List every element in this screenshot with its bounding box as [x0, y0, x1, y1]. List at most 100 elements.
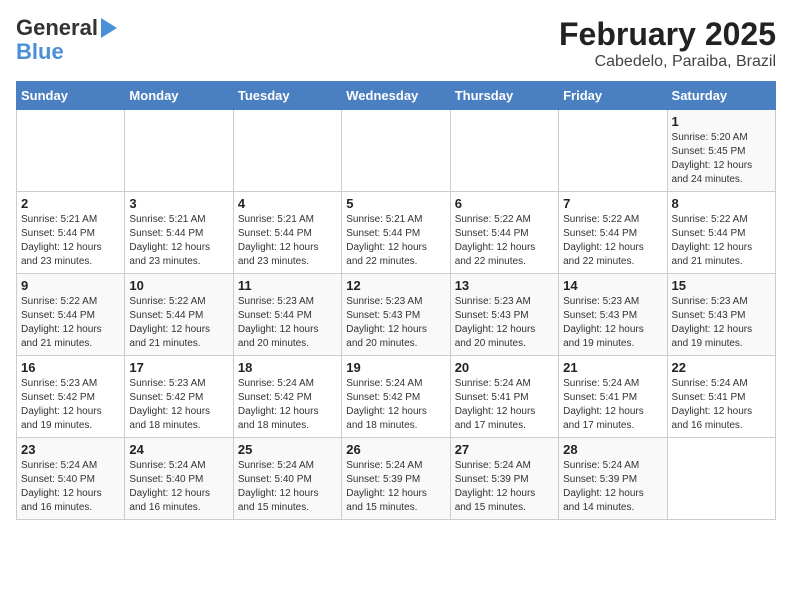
calendar-cell: 28 Sunrise: 5:24 AM Sunset: 5:39 PM Dayli… — [559, 438, 667, 520]
calendar-cell: 4 Sunrise: 5:21 AM Sunset: 5:44 PM Daylig… — [233, 192, 341, 274]
calendar-cell: 26 Sunrise: 5:24 AM Sunset: 5:39 PM Dayli… — [342, 438, 450, 520]
calendar-day-header-saturday: Saturday — [667, 82, 775, 110]
calendar-cell: 19 Sunrise: 5:24 AM Sunset: 5:42 PM Dayli… — [342, 356, 450, 438]
day-info: Sunrise: 5:22 AM Sunset: 5:44 PM Dayligh… — [21, 295, 120, 351]
day-number: 7 — [563, 196, 662, 211]
calendar-cell — [125, 110, 233, 192]
page-subtitle: Cabedelo, Paraiba, Brazil — [559, 53, 776, 71]
day-number: 25 — [238, 442, 337, 457]
calendar-week-row: 1Sunrise: 5:20 AM Sunset: 5:45 PM Daylig… — [17, 110, 776, 192]
logo-arrow — [101, 18, 117, 38]
day-number: 28 — [563, 442, 662, 457]
calendar-table: SundayMondayTuesdayWednesdayThursdayFrid… — [16, 81, 776, 520]
day-info: Sunrise: 5:24 AM Sunset: 5:39 PM Dayligh… — [455, 459, 554, 515]
calendar-cell: 3 Sunrise: 5:21 AM Sunset: 5:44 PM Daylig… — [125, 192, 233, 274]
day-info: Sunrise: 5:24 AM Sunset: 5:42 PM Dayligh… — [346, 377, 445, 433]
day-info: Sunrise: 5:24 AM Sunset: 5:40 PM Dayligh… — [238, 459, 337, 515]
day-info: Sunrise: 5:22 AM Sunset: 5:44 PM Dayligh… — [129, 295, 228, 351]
logo: General Blue — [16, 16, 117, 64]
calendar-cell: 10 Sunrise: 5:22 AM Sunset: 5:44 PM Dayli… — [125, 274, 233, 356]
calendar-day-header-tuesday: Tuesday — [233, 82, 341, 110]
day-number: 20 — [455, 360, 554, 375]
day-info: Sunrise: 5:23 AM Sunset: 5:42 PM Dayligh… — [21, 377, 120, 433]
calendar-cell — [559, 110, 667, 192]
calendar-cell — [17, 110, 125, 192]
page-title: February 2025 — [559, 16, 776, 53]
day-number: 23 — [21, 442, 120, 457]
day-number: 21 — [563, 360, 662, 375]
day-info: Sunrise: 5:24 AM Sunset: 5:40 PM Dayligh… — [129, 459, 228, 515]
day-info: Sunrise: 5:23 AM Sunset: 5:43 PM Dayligh… — [455, 295, 554, 351]
day-number: 26 — [346, 442, 445, 457]
day-number: 12 — [346, 278, 445, 293]
day-info: Sunrise: 5:24 AM Sunset: 5:40 PM Dayligh… — [21, 459, 120, 515]
calendar-cell: 13 Sunrise: 5:23 AM Sunset: 5:43 PM Dayli… — [450, 274, 558, 356]
calendar-cell: 15 Sunrise: 5:23 AM Sunset: 5:43 PM Dayli… — [667, 274, 775, 356]
day-number: 3 — [129, 196, 228, 211]
calendar-cell: 24 Sunrise: 5:24 AM Sunset: 5:40 PM Dayli… — [125, 438, 233, 520]
day-info: Sunrise: 5:22 AM Sunset: 5:44 PM Dayligh… — [672, 213, 771, 269]
calendar-cell: 21Sunrise: 5:24 AM Sunset: 5:41 PM Dayli… — [559, 356, 667, 438]
logo-text-general: General — [16, 16, 98, 40]
calendar-cell: 1Sunrise: 5:20 AM Sunset: 5:45 PM Daylig… — [667, 110, 775, 192]
calendar-cell: 27 Sunrise: 5:24 AM Sunset: 5:39 PM Dayli… — [450, 438, 558, 520]
day-number: 11 — [238, 278, 337, 293]
title-block: February 2025 Cabedelo, Paraiba, Brazil — [559, 16, 776, 71]
day-number: 24 — [129, 442, 228, 457]
day-number: 14 — [563, 278, 662, 293]
day-info: Sunrise: 5:24 AM Sunset: 5:41 PM Dayligh… — [672, 377, 771, 433]
day-info: Sunrise: 5:24 AM Sunset: 5:39 PM Dayligh… — [563, 459, 662, 515]
day-number: 15 — [672, 278, 771, 293]
calendar-cell: 22 Sunrise: 5:24 AM Sunset: 5:41 PM Dayli… — [667, 356, 775, 438]
day-number: 9 — [21, 278, 120, 293]
day-info: Sunrise: 5:20 AM Sunset: 5:45 PM Dayligh… — [672, 131, 771, 187]
calendar-day-header-monday: Monday — [125, 82, 233, 110]
calendar-cell: 5 Sunrise: 5:21 AM Sunset: 5:44 PM Daylig… — [342, 192, 450, 274]
day-number: 8 — [672, 196, 771, 211]
day-info: Sunrise: 5:23 AM Sunset: 5:44 PM Dayligh… — [238, 295, 337, 351]
calendar-cell: 17Sunrise: 5:23 AM Sunset: 5:42 PM Dayli… — [125, 356, 233, 438]
calendar-cell: 18 Sunrise: 5:24 AM Sunset: 5:42 PM Dayli… — [233, 356, 341, 438]
calendar-cell: 6Sunrise: 5:22 AM Sunset: 5:44 PM Daylig… — [450, 192, 558, 274]
day-number: 5 — [346, 196, 445, 211]
day-info: Sunrise: 5:21 AM Sunset: 5:44 PM Dayligh… — [346, 213, 445, 269]
day-info: Sunrise: 5:23 AM Sunset: 5:42 PM Dayligh… — [129, 377, 228, 433]
calendar-cell: 25 Sunrise: 5:24 AM Sunset: 5:40 PM Dayli… — [233, 438, 341, 520]
calendar-cell: 14Sunrise: 5:23 AM Sunset: 5:43 PM Dayli… — [559, 274, 667, 356]
calendar-header-row: SundayMondayTuesdayWednesdayThursdayFrid… — [17, 82, 776, 110]
day-number: 19 — [346, 360, 445, 375]
calendar-cell — [342, 110, 450, 192]
logo-text-blue: Blue — [16, 39, 64, 64]
calendar-cell: 12 Sunrise: 5:23 AM Sunset: 5:43 PM Dayli… — [342, 274, 450, 356]
calendar-cell: 23 Sunrise: 5:24 AM Sunset: 5:40 PM Dayli… — [17, 438, 125, 520]
day-info: Sunrise: 5:23 AM Sunset: 5:43 PM Dayligh… — [672, 295, 771, 351]
calendar-cell: 16Sunrise: 5:23 AM Sunset: 5:42 PM Dayli… — [17, 356, 125, 438]
calendar-cell: 20Sunrise: 5:24 AM Sunset: 5:41 PM Dayli… — [450, 356, 558, 438]
calendar-week-row: 23 Sunrise: 5:24 AM Sunset: 5:40 PM Dayli… — [17, 438, 776, 520]
day-info: Sunrise: 5:21 AM Sunset: 5:44 PM Dayligh… — [129, 213, 228, 269]
day-info: Sunrise: 5:23 AM Sunset: 5:43 PM Dayligh… — [346, 295, 445, 351]
calendar-cell: 8 Sunrise: 5:22 AM Sunset: 5:44 PM Daylig… — [667, 192, 775, 274]
day-info: Sunrise: 5:22 AM Sunset: 5:44 PM Dayligh… — [563, 213, 662, 269]
calendar-cell: 9 Sunrise: 5:22 AM Sunset: 5:44 PM Daylig… — [17, 274, 125, 356]
day-number: 10 — [129, 278, 228, 293]
day-info: Sunrise: 5:24 AM Sunset: 5:42 PM Dayligh… — [238, 377, 337, 433]
calendar-day-header-thursday: Thursday — [450, 82, 558, 110]
calendar-cell: 2Sunrise: 5:21 AM Sunset: 5:44 PM Daylig… — [17, 192, 125, 274]
day-number: 4 — [238, 196, 337, 211]
day-number: 2 — [21, 196, 120, 211]
calendar-cell: 11 Sunrise: 5:23 AM Sunset: 5:44 PM Dayli… — [233, 274, 341, 356]
day-number: 13 — [455, 278, 554, 293]
day-number: 18 — [238, 360, 337, 375]
day-info: Sunrise: 5:21 AM Sunset: 5:44 PM Dayligh… — [238, 213, 337, 269]
calendar-cell — [667, 438, 775, 520]
calendar-week-row: 9 Sunrise: 5:22 AM Sunset: 5:44 PM Daylig… — [17, 274, 776, 356]
day-number: 27 — [455, 442, 554, 457]
calendar-week-row: 2 Sunrise: 5:21 AM Sunset: 5:44 PM Daylig… — [17, 192, 776, 274]
day-number: 22 — [672, 360, 771, 375]
calendar-day-header-sunday: Sunday — [17, 82, 125, 110]
day-info: Sunrise: 5:24 AM Sunset: 5:39 PM Dayligh… — [346, 459, 445, 515]
page-header: General Blue February 2025 Cabedelo, Par… — [16, 16, 776, 71]
calendar-cell: 7 Sunrise: 5:22 AM Sunset: 5:44 PM Daylig… — [559, 192, 667, 274]
day-number: 6 — [455, 196, 554, 211]
